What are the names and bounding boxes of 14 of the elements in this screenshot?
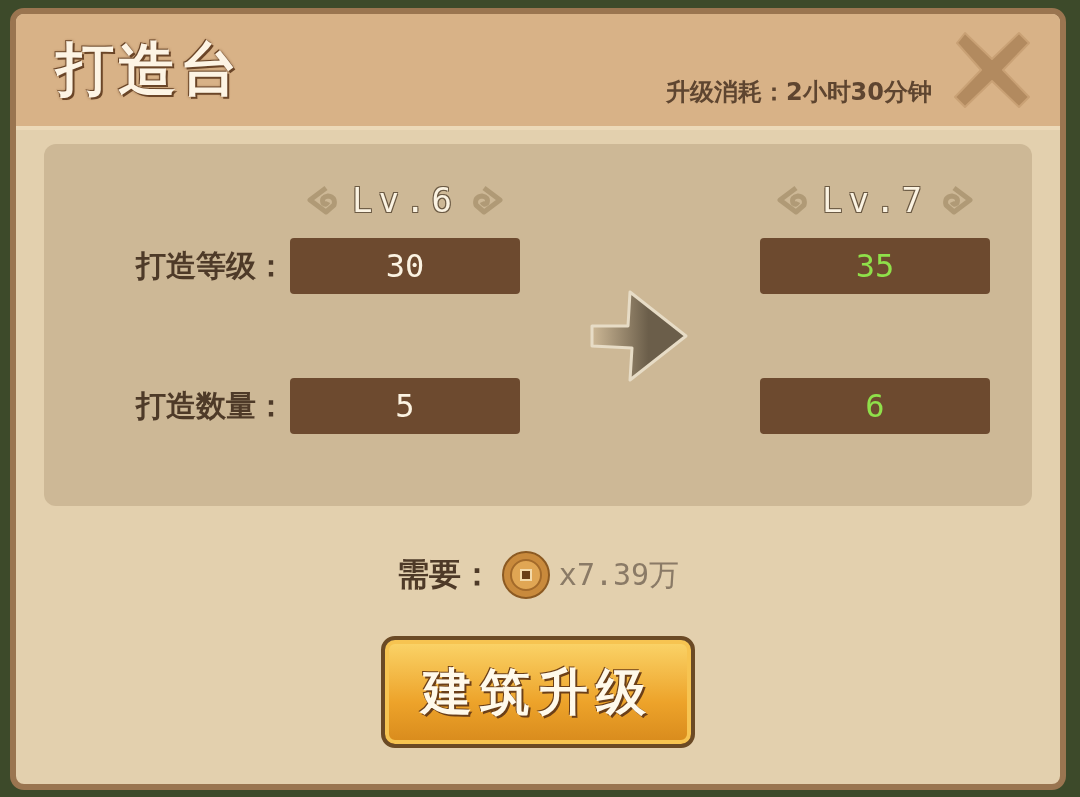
level-label: Lv.6 [352, 180, 458, 220]
level-label: Lv.7 [822, 180, 928, 220]
next-value: 6 [760, 378, 990, 434]
current-value: 30 [290, 238, 520, 294]
next-value: 35 [760, 238, 990, 294]
requirement-label: 需要： [396, 554, 493, 595]
stat-label: 打造等级： [136, 246, 287, 285]
upgrade-button[interactable]: 建筑升级 [381, 636, 695, 748]
cost-amount: x7.39万 [558, 555, 680, 594]
current-value: 5 [290, 378, 520, 434]
upgrade-cost-text: 升级消耗：2小时30分钟 [665, 77, 932, 108]
stat-label: 打造数量： [136, 386, 287, 425]
window-title: 打造台 [56, 34, 242, 105]
coin-icon [500, 550, 551, 600]
